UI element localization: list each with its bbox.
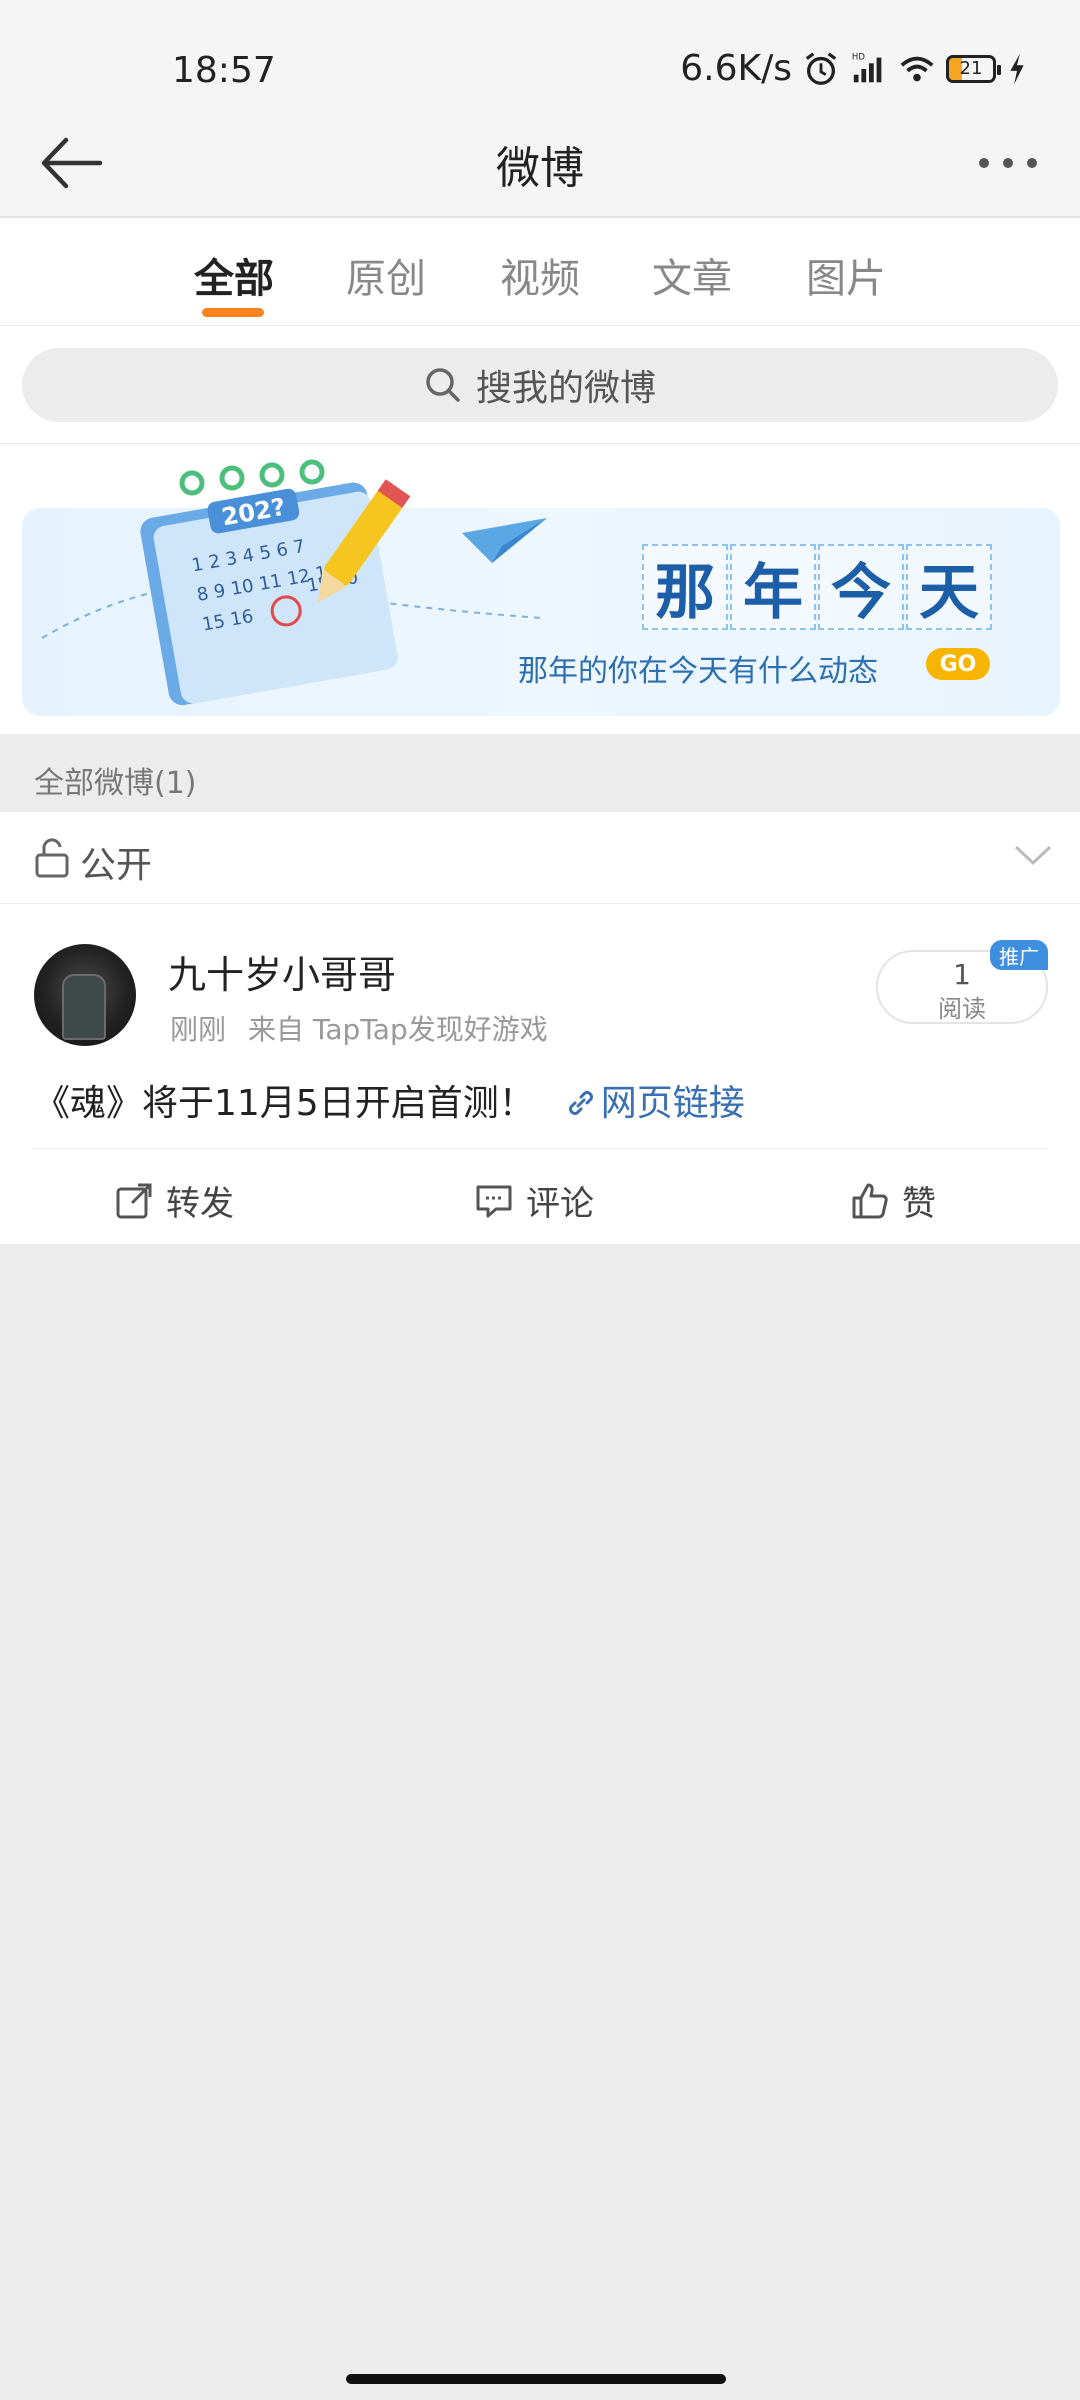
banner-subtitle: 那年的你在今天有什么动态 [518,654,878,689]
more-options-icon[interactable] [976,148,1040,178]
promote-badge[interactable]: 推广 [990,940,1048,970]
web-link-label: 网页链接 [600,1083,745,1124]
status-time: 18:57 [172,50,276,91]
repost-label: 转发 [166,1184,234,1224]
section-header: 全部微博(1) [0,734,1080,812]
post-meta: 刚刚 来自 TapTap发现好游戏 [170,1008,548,1048]
chevron-down-icon [1014,845,1052,866]
banner-title-char: 今 [818,544,904,630]
nav-bar: 微博 [0,110,1080,218]
banner-title: 那 年 今 天 [642,544,992,630]
web-link[interactable]: 网页链接 [565,1083,745,1124]
repost-button[interactable]: 转发 [114,1176,234,1225]
thumbs-up-icon [852,1183,888,1218]
search-input[interactable]: 搜我的微博 [22,348,1058,422]
post-card[interactable]: 九十岁小哥哥 刚刚 来自 TapTap发现好游戏 1 阅读 推广 《魂》将于11月… [0,904,1080,1244]
banner-title-char: 那 [642,544,728,630]
banner-title-char: 年 [730,544,816,630]
post-actions: 转发 评论 赞 [0,1150,1080,1244]
like-label: 赞 [902,1184,936,1224]
visibility-label: 公开 [80,845,153,886]
link-icon [568,1091,593,1115]
post-text: 《魂》将于11月5日开启首测！ [34,1083,535,1124]
repost-icon [116,1183,152,1218]
post-source[interactable]: 来自 TapTap发现好游戏 [248,1013,548,1046]
battery-level: 21 [959,58,983,79]
banner-go-button[interactable]: GO [926,648,990,680]
page-title: 微博 [496,143,584,194]
search-icon [426,368,460,402]
svg-text:HD: HD [852,52,865,62]
status-icons: 6.6K/s HD 21 [680,48,1028,89]
search-section: 搜我的微博 [0,326,1080,444]
calendar-illustration: 202? 1 2 3 4 5 6 7 8 9 10 11 12 13 15 16… [41,459,547,706]
battery-icon: 21 [946,54,1001,83]
banner-title-char: 天 [906,544,992,630]
post-content: 《魂》将于11月5日开启首测！ 网页链接 [34,1074,745,1126]
avatar-figure [62,974,106,1040]
visibility-selector[interactable]: 公开 [0,812,1080,904]
tab-original[interactable]: 原创 [346,246,426,304]
unlock-icon [35,838,69,878]
comment-icon [476,1185,512,1217]
wifi-icon [900,56,934,81]
divider [34,1148,1046,1149]
avatar[interactable] [34,944,136,1046]
active-tab-indicator [202,308,264,317]
charging-icon [1010,53,1024,84]
post-time: 刚刚 [170,1013,227,1046]
like-button[interactable]: 赞 [850,1176,936,1225]
tab-article[interactable]: 文章 [652,246,732,304]
signal-icon: HD [852,52,882,82]
comment-button[interactable]: 评论 [474,1176,594,1225]
read-label: 阅读 [938,995,986,1023]
alarm-icon [805,51,837,85]
filter-tabs: 全部 原创 视频 文章 图片 [0,218,1080,326]
memories-banner[interactable]: 202? 1 2 3 4 5 6 7 8 9 10 11 12 13 15 16… [22,459,1060,716]
tab-video[interactable]: 视频 [500,246,580,304]
tab-image[interactable]: 图片 [806,246,886,304]
tab-all[interactable]: 全部 [194,246,274,304]
username[interactable]: 九十岁小哥哥 [168,944,396,999]
banner-section: 202? 1 2 3 4 5 6 7 8 9 10 11 12 13 15 16… [0,444,1080,734]
search-placeholder: 搜我的微博 [475,368,656,409]
network-speed: 6.6K/s [680,48,792,89]
home-indicator[interactable] [346,2374,726,2384]
comment-label: 评论 [526,1184,594,1224]
